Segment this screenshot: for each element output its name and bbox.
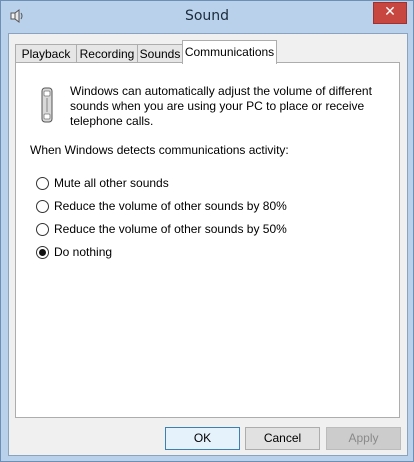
sound-dialog: Sound ✕ Playback Recording Sounds Commun…	[0, 0, 414, 462]
radio-button-selected[interactable]	[36, 246, 49, 259]
option-label[interactable]: Do nothing	[54, 245, 112, 259]
window-title: Sound	[184, 8, 230, 24]
tab-communications[interactable]: Communications	[182, 40, 277, 64]
option-label[interactable]: Mute all other sounds	[54, 176, 169, 190]
radio-button[interactable]	[36, 200, 49, 213]
option-label[interactable]: Reduce the volume of other sounds by 50%	[54, 222, 287, 236]
radio-button[interactable]	[36, 223, 49, 236]
ok-button[interactable]: OK	[165, 427, 240, 450]
tab-recording[interactable]: Recording	[76, 44, 138, 63]
activity-prompt: When Windows detects communications acti…	[30, 143, 289, 157]
tab-playback[interactable]: Playback	[15, 44, 77, 63]
close-button[interactable]: ✕	[373, 2, 407, 24]
title-bar[interactable]: Sound ✕	[1, 1, 413, 33]
dialog-body: Playback Recording Sounds Communications…	[8, 33, 408, 456]
cancel-button[interactable]: Cancel	[245, 427, 320, 450]
option-label[interactable]: Reduce the volume of other sounds by 80%	[54, 199, 287, 213]
apply-button: Apply	[326, 427, 401, 450]
radio-button[interactable]	[36, 177, 49, 190]
tab-sounds[interactable]: Sounds	[137, 44, 183, 63]
description-text: Windows can automatically adjust the vol…	[70, 84, 372, 128]
radio-selected-dot	[39, 249, 46, 256]
telephone-icon	[41, 87, 53, 123]
communications-panel: Windows can automatically adjust the vol…	[15, 62, 400, 418]
